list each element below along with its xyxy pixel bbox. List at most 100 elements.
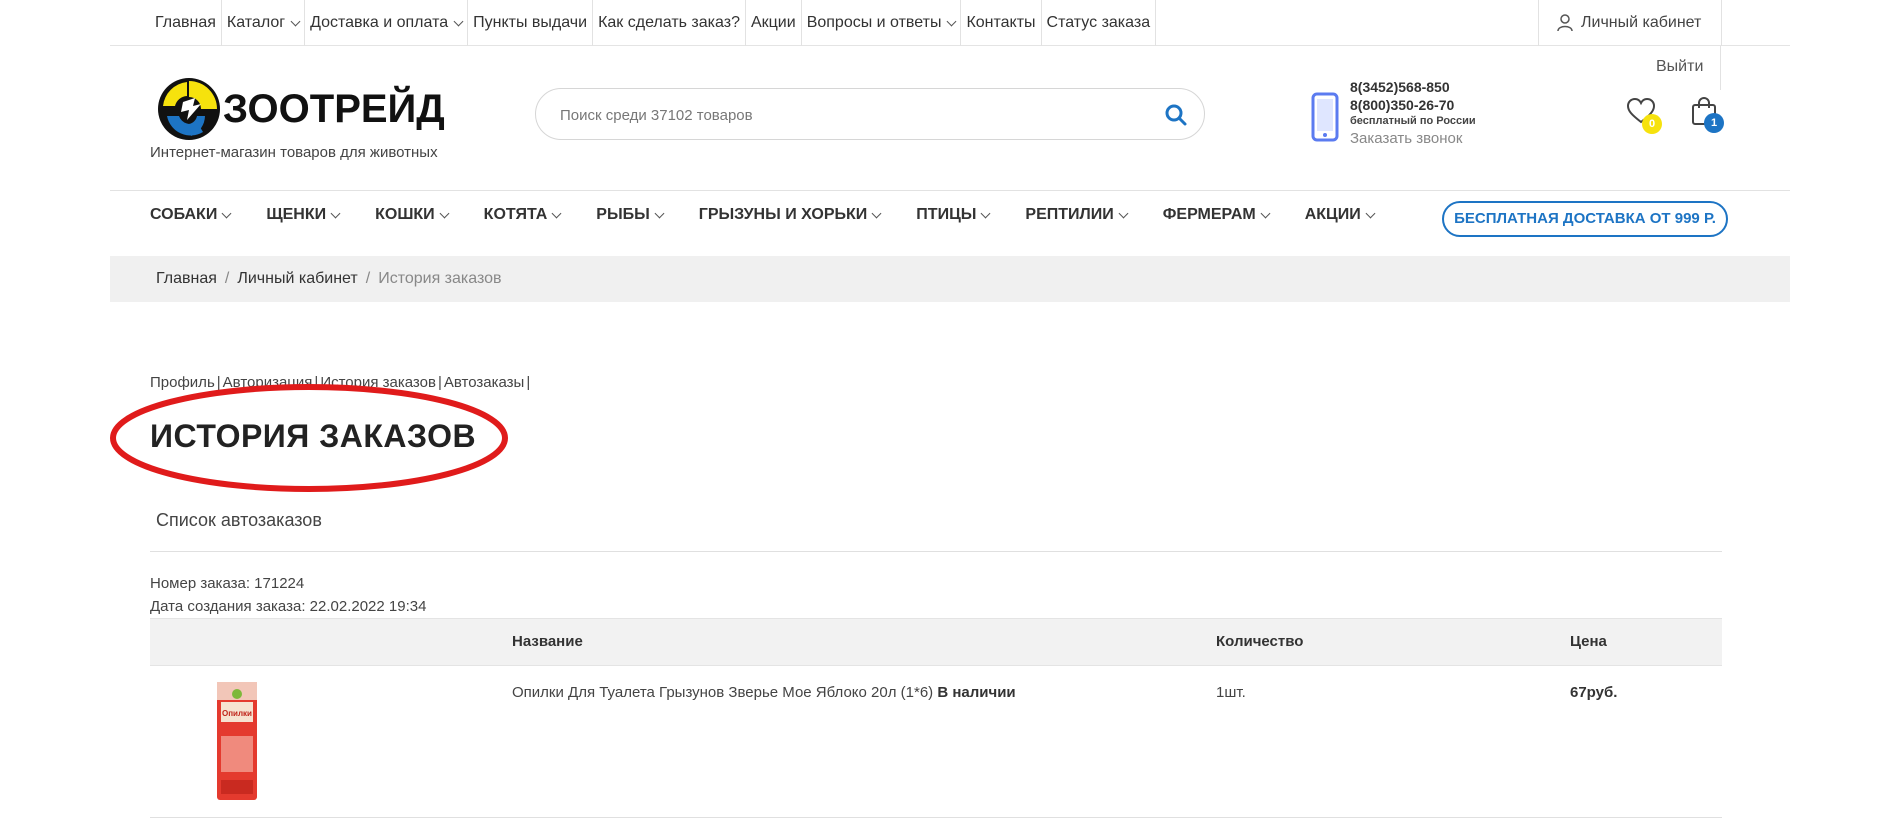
account-label: Личный кабинет [1581, 14, 1702, 31]
logo-graphic: ЗООТРЕЙД [158, 78, 445, 140]
category-label: ФЕРМЕРАМ [1162, 206, 1256, 223]
phone-number[interactable]: 8(3452)568-850 [1350, 78, 1476, 96]
chevron-down-icon [453, 16, 464, 26]
topnav-catalog[interactable]: Каталог [222, 0, 306, 46]
category-label: СОБАКИ [150, 206, 218, 223]
chevron-down-icon [946, 16, 957, 26]
product-name-cell: Опилки Для Туалета Грызунов Зверье Мое Я… [512, 684, 1016, 701]
topnav-faq[interactable]: Вопросы и ответы [802, 0, 962, 46]
chevron-down-icon [330, 208, 341, 218]
search-input[interactable] [560, 102, 1120, 128]
category-label: ГРЫЗУНЫ И ХОРЬКИ [698, 206, 868, 223]
highlight-circle [110, 384, 508, 492]
breadcrumb: Главная / Личный кабинет / История заказ… [110, 256, 1790, 302]
site-tagline: Интернет-магазин товаров для животных [150, 144, 438, 161]
divider [150, 551, 1722, 552]
free-delivery-button[interactable]: БЕСПЛАТНАЯ ДОСТАВКА ОТ 999 Р. [1442, 201, 1728, 237]
category-dogs[interactable]: СОБАКИ [150, 206, 232, 224]
topnav-label: Как сделать заказ? [598, 14, 740, 31]
table-row: Опилки Опилки Для Туалета Грызунов Зверь… [150, 666, 1722, 818]
category-nav: СОБАКИ ЩЕНКИ КОШКИ КОТЯТА РЫБЫ ГРЫЗУНЫ И… [150, 200, 1410, 230]
topnav-label: Контакты [966, 14, 1036, 31]
topnav-delivery[interactable]: Доставка и оплата [305, 0, 469, 46]
chevron-down-icon [1260, 208, 1271, 218]
topnav-label: Главная [155, 14, 216, 31]
column-header-price: Цена [1570, 633, 1607, 650]
phone-number-free[interactable]: 8(800)350-26-70 [1350, 96, 1476, 114]
category-label: РЕПТИЛИИ [1025, 206, 1114, 223]
chevron-down-icon [654, 208, 665, 218]
category-label: РЫБЫ [596, 206, 650, 223]
phone-note: бесплатный по России [1350, 115, 1476, 127]
category-label: АКЦИИ [1304, 206, 1361, 223]
topnav-promotions[interactable]: Акции [746, 0, 802, 46]
category-farmers[interactable]: ФЕРМЕРАМ [1162, 206, 1271, 224]
breadcrumb-current: История заказов [378, 270, 502, 287]
phone-icon [1311, 92, 1339, 142]
topnav-pickup-points[interactable]: Пункты выдачи [468, 0, 594, 46]
account-link[interactable]: Личный кабинет [1538, 0, 1722, 46]
favorites-count-badge: 0 [1642, 114, 1662, 134]
order-date: Дата создания заказа: 22.02.2022 19:34 [150, 598, 427, 615]
product-image-text: Опилки [222, 709, 252, 718]
topnav-label: Доставка и оплата [310, 14, 449, 31]
topnav-label: Пункты выдачи [473, 14, 588, 31]
callback-link[interactable]: Заказать звонок [1350, 130, 1476, 148]
availability-status: В наличии [937, 684, 1016, 701]
topnav-home[interactable]: Главная [148, 0, 222, 46]
order-number: Номер заказа: 171224 [150, 575, 305, 592]
top-nav: Главная Каталог Доставка и оплата Пункты… [148, 0, 1157, 46]
breadcrumb-account[interactable]: Личный кабинет [237, 270, 357, 288]
chevron-down-icon [871, 208, 882, 218]
logout-link[interactable]: Выйти [1656, 58, 1703, 76]
chevron-down-icon [290, 16, 301, 26]
category-promotions[interactable]: АКЦИИ [1304, 206, 1376, 224]
chevron-down-icon [1118, 208, 1129, 218]
category-puppies[interactable]: ЩЕНКИ [266, 206, 341, 224]
site-logo[interactable]: ЗООТРЕЙД [157, 76, 449, 142]
category-kittens[interactable]: КОТЯТА [483, 206, 562, 224]
breadcrumb-separator: / [224, 270, 230, 287]
cart-count-badge: 1 [1704, 113, 1724, 133]
topnav-order-status[interactable]: Статус заказа [1042, 0, 1157, 46]
divider [1720, 46, 1721, 90]
chevron-down-icon [439, 208, 450, 218]
category-label: ЩЕНКИ [266, 206, 327, 223]
table-header: Название Количество Цена [150, 618, 1722, 666]
divider [110, 190, 1790, 191]
order-info: Номер заказа: 171224 Дата создания заказ… [150, 572, 426, 618]
category-label: ПТИЦЫ [916, 206, 977, 223]
search-box [535, 88, 1205, 140]
price-cell: 67руб. [1570, 684, 1618, 701]
topnav-how-to-order[interactable]: Как сделать заказ? [593, 0, 746, 46]
product-image[interactable]: Опилки [215, 680, 259, 802]
topnav-contacts[interactable]: Контакты [961, 0, 1042, 46]
topnav-label: Вопросы и ответы [806, 14, 942, 31]
category-birds[interactable]: ПТИЦЫ [916, 206, 991, 224]
category-cats[interactable]: КОШКИ [375, 206, 450, 224]
topnav-label: Статус заказа [1046, 14, 1151, 31]
chevron-down-icon [551, 208, 562, 218]
quantity-cell: 1шт. [1216, 684, 1246, 701]
breadcrumb-separator: / [365, 270, 371, 287]
column-header-name: Название [512, 633, 583, 650]
product-name-link[interactable]: Опилки Для Туалета Грызунов Зверье Мое Я… [512, 684, 933, 701]
topnav-label: Каталог [226, 14, 286, 31]
logo-text: ЗООТРЕЙД [223, 85, 445, 131]
topnav-label: Акции [750, 14, 796, 31]
category-label: КОТЯТА [483, 206, 548, 223]
top-bar: Главная Каталог Доставка и оплата Пункты… [110, 0, 1790, 46]
category-fish[interactable]: РЫБЫ [596, 206, 665, 224]
category-rodents[interactable]: ГРЫЗУНЫ И ХОРЬКИ [698, 206, 882, 224]
subnav-separator: | [526, 374, 531, 391]
breadcrumb-home[interactable]: Главная [156, 270, 217, 288]
chevron-down-icon [1365, 208, 1376, 218]
column-header-qty: Количество [1216, 633, 1304, 650]
search-icon[interactable] [1162, 101, 1190, 129]
chevron-down-icon [221, 208, 232, 218]
category-reptiles[interactable]: РЕПТИЛИИ [1025, 206, 1129, 224]
category-label: КОШКИ [375, 206, 435, 223]
autoorders-list-link[interactable]: Список автозаказов [156, 510, 322, 531]
phone-block: 8(3452)568-850 8(800)350-26-70 бесплатны… [1350, 78, 1476, 148]
chevron-down-icon [980, 208, 991, 218]
